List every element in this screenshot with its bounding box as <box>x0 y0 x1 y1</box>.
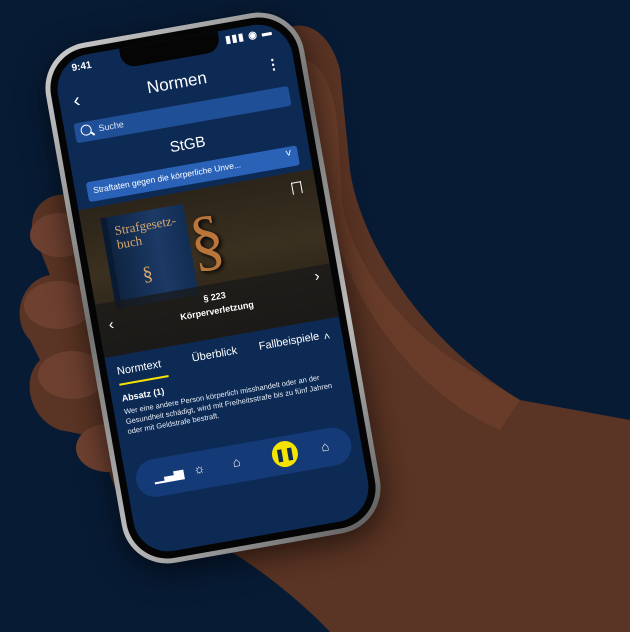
search-placeholder: Suche <box>97 119 125 134</box>
chevron-down-icon: ˅ <box>284 147 293 161</box>
search-icon <box>79 123 93 137</box>
tab-fallbeispiele[interactable]: Fallbeispiele <box>258 330 320 352</box>
chart-icon[interactable]: ▁▃▅ <box>153 464 185 485</box>
book-title: Strafgesetz- buch <box>113 212 178 252</box>
paragraph-text: Wer eine andere Person körperlich missha… <box>123 372 333 436</box>
pause-icon[interactable]: ❚❚ <box>269 438 300 470</box>
tab-ueberblick[interactable]: Überblick <box>191 345 238 365</box>
graduation-icon[interactable]: ⌂ <box>231 454 241 470</box>
bookmark-icon[interactable] <box>290 181 303 195</box>
chevron-up-icon[interactable]: ˄ <box>323 330 331 343</box>
tab-normtext[interactable]: Normtext <box>116 358 162 378</box>
more-menu-icon[interactable]: ⋮ <box>265 55 282 74</box>
status-icons: ▮▮▮ ◉ ▬ <box>224 26 274 46</box>
status-time: 9:41 <box>70 59 93 75</box>
lightbulb-icon[interactable]: ☼ <box>192 460 206 477</box>
book-paragraph-sign: § <box>140 262 155 286</box>
home-icon[interactable]: ⌂ <box>320 438 330 454</box>
